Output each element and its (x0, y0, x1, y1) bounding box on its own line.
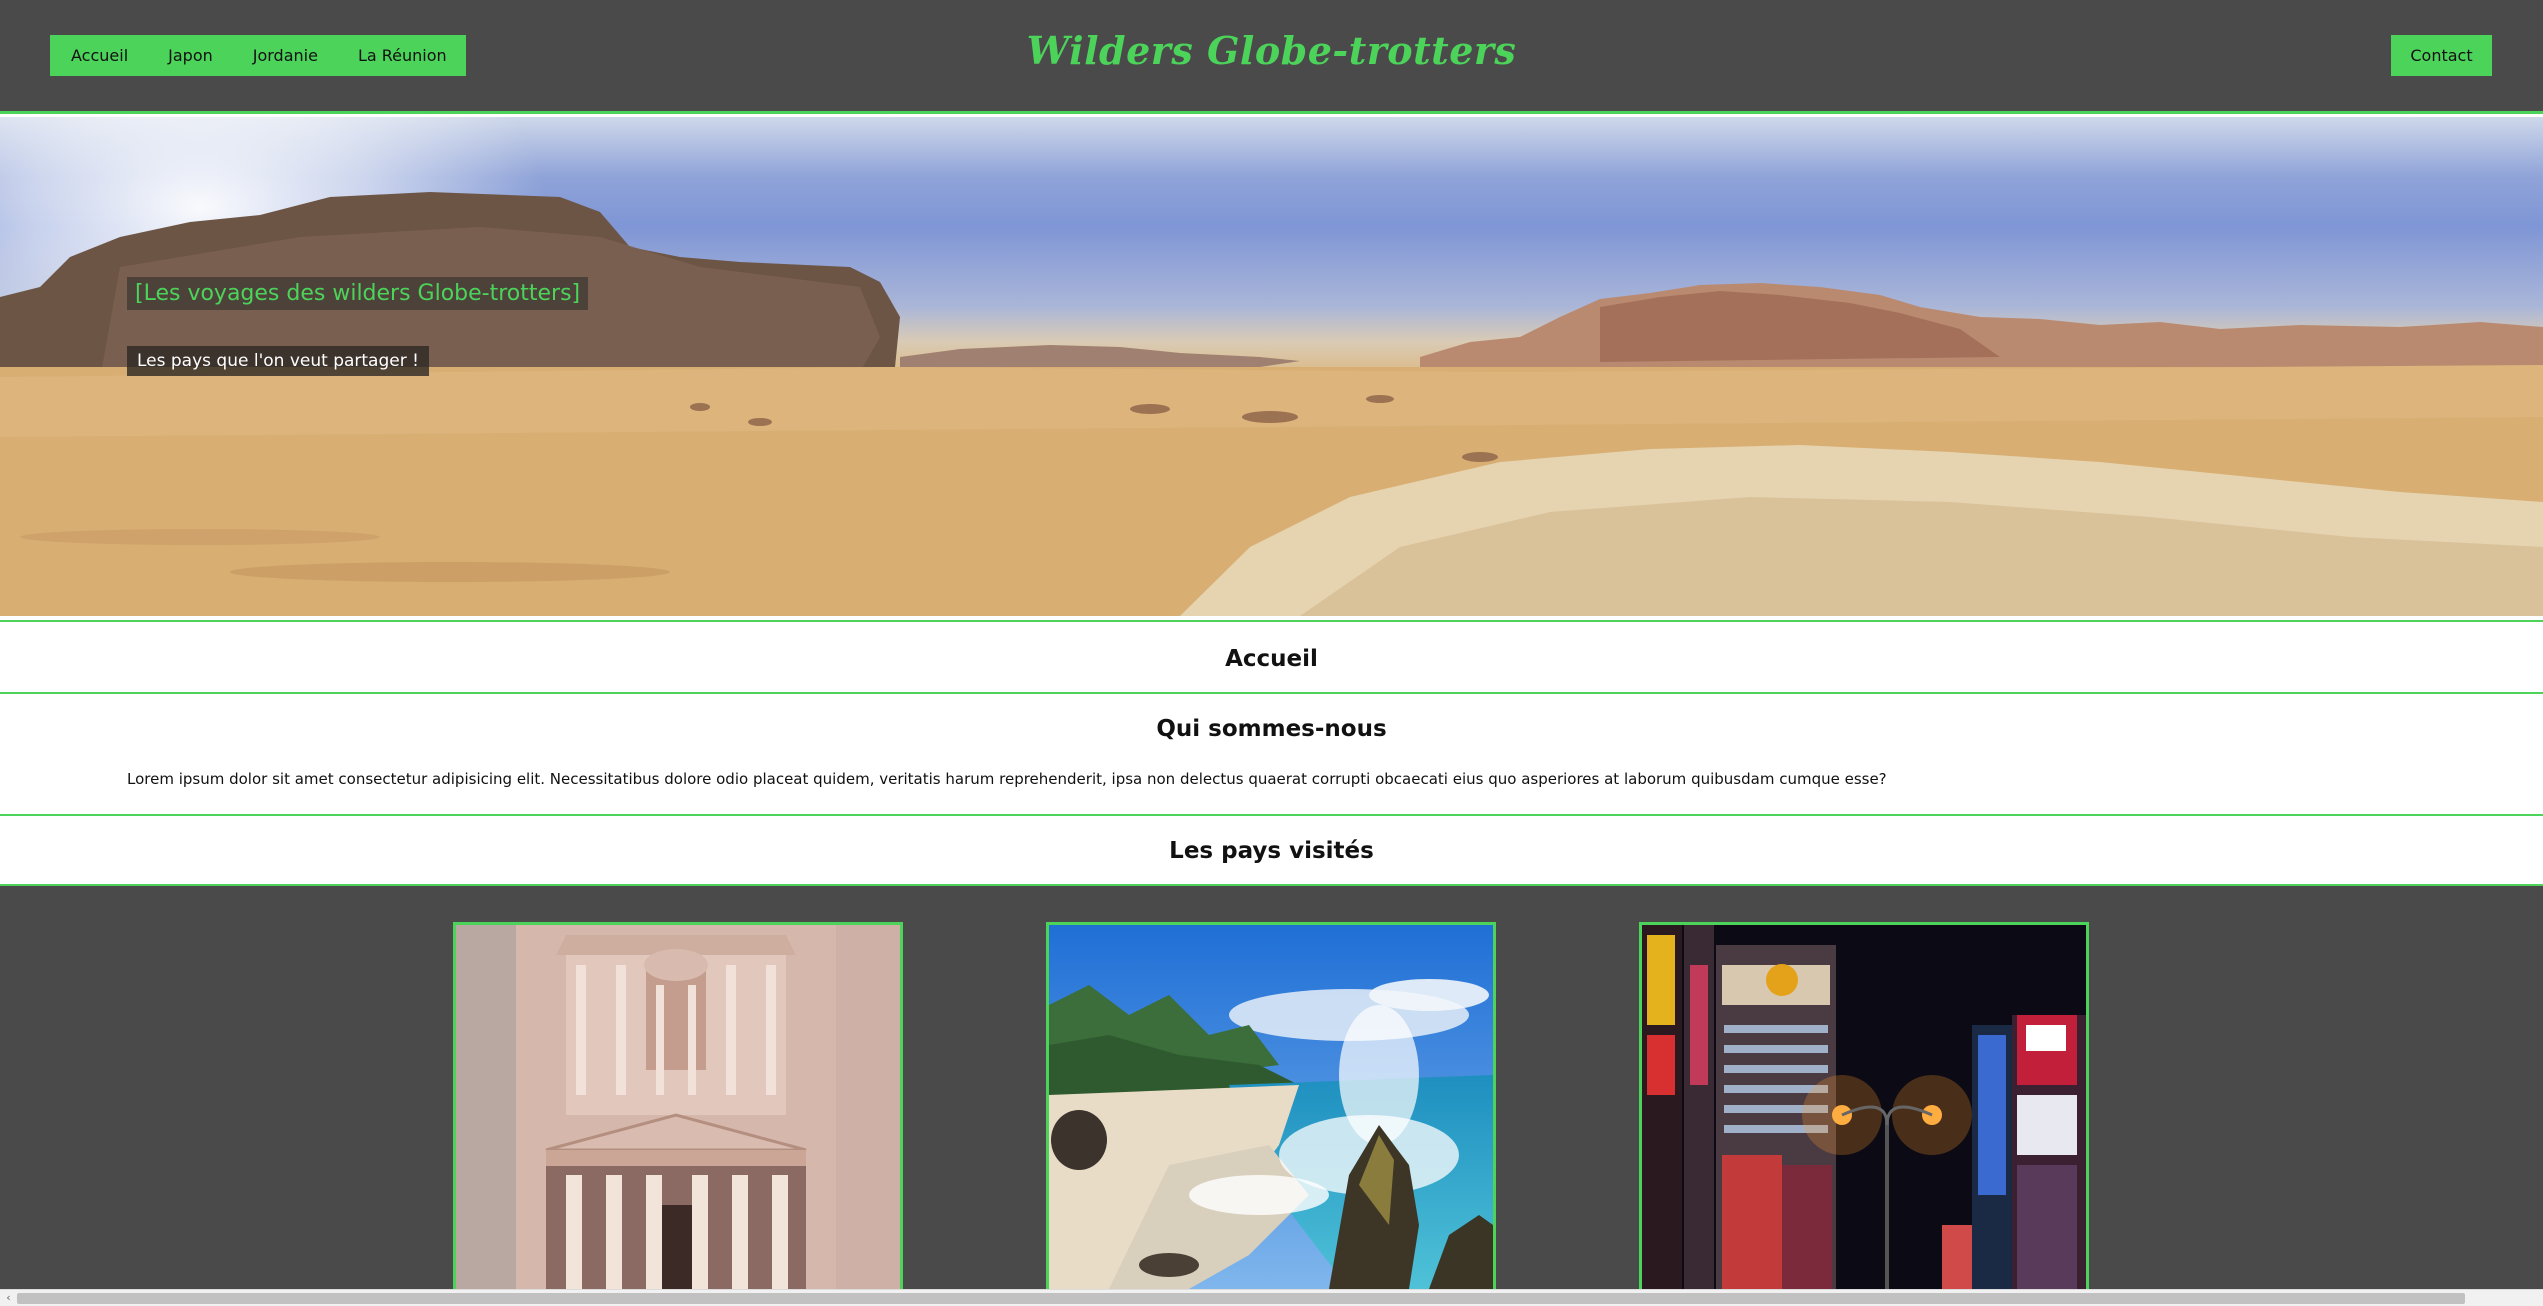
hero-title: [Les voyages des wilders Globe-trotters] (127, 277, 589, 310)
section-about: Qui sommes-nous Lorem ipsum dolor sit am… (0, 692, 2543, 814)
section-heading-countries: Les pays visités (1169, 838, 1374, 864)
about-text: Lorem ipsum dolor sit amet consectetur a… (127, 770, 1887, 788)
section-heading-accueil: Accueil (1225, 646, 1318, 672)
site-header: Accueil Japon Jordanie La Réunion Wilder… (0, 0, 2543, 114)
country-gallery (0, 886, 2543, 1292)
scrollbar-thumb[interactable] (17, 1293, 2465, 1304)
section-heading-about: Qui sommes-nous (1156, 716, 1387, 742)
hero-subtitle: Les pays que l'on veut partager ! (127, 346, 429, 376)
country-card-jordanie[interactable] (453, 922, 903, 1292)
horizontal-scrollbar[interactable]: ‹ (0, 1289, 2543, 1306)
scroll-left-arrow-icon[interactable]: ‹ (2, 1291, 15, 1305)
reunion-beach-image (1049, 925, 1493, 1289)
section-countries: Les pays visités (0, 814, 2543, 886)
country-card-japon[interactable] (1639, 922, 2089, 1292)
hero-banner: [Les voyages des wilders Globe-trotters]… (0, 117, 2543, 616)
contact-button[interactable]: Contact (2391, 35, 2492, 76)
section-accueil: Accueil (0, 620, 2543, 692)
petra-treasury-image (456, 925, 900, 1289)
tokyo-night-image (1642, 925, 2086, 1289)
country-card-la-reunion[interactable] (1046, 922, 1496, 1292)
site-brand-title[interactable]: Wilders Globe-trotters (0, 28, 2543, 73)
